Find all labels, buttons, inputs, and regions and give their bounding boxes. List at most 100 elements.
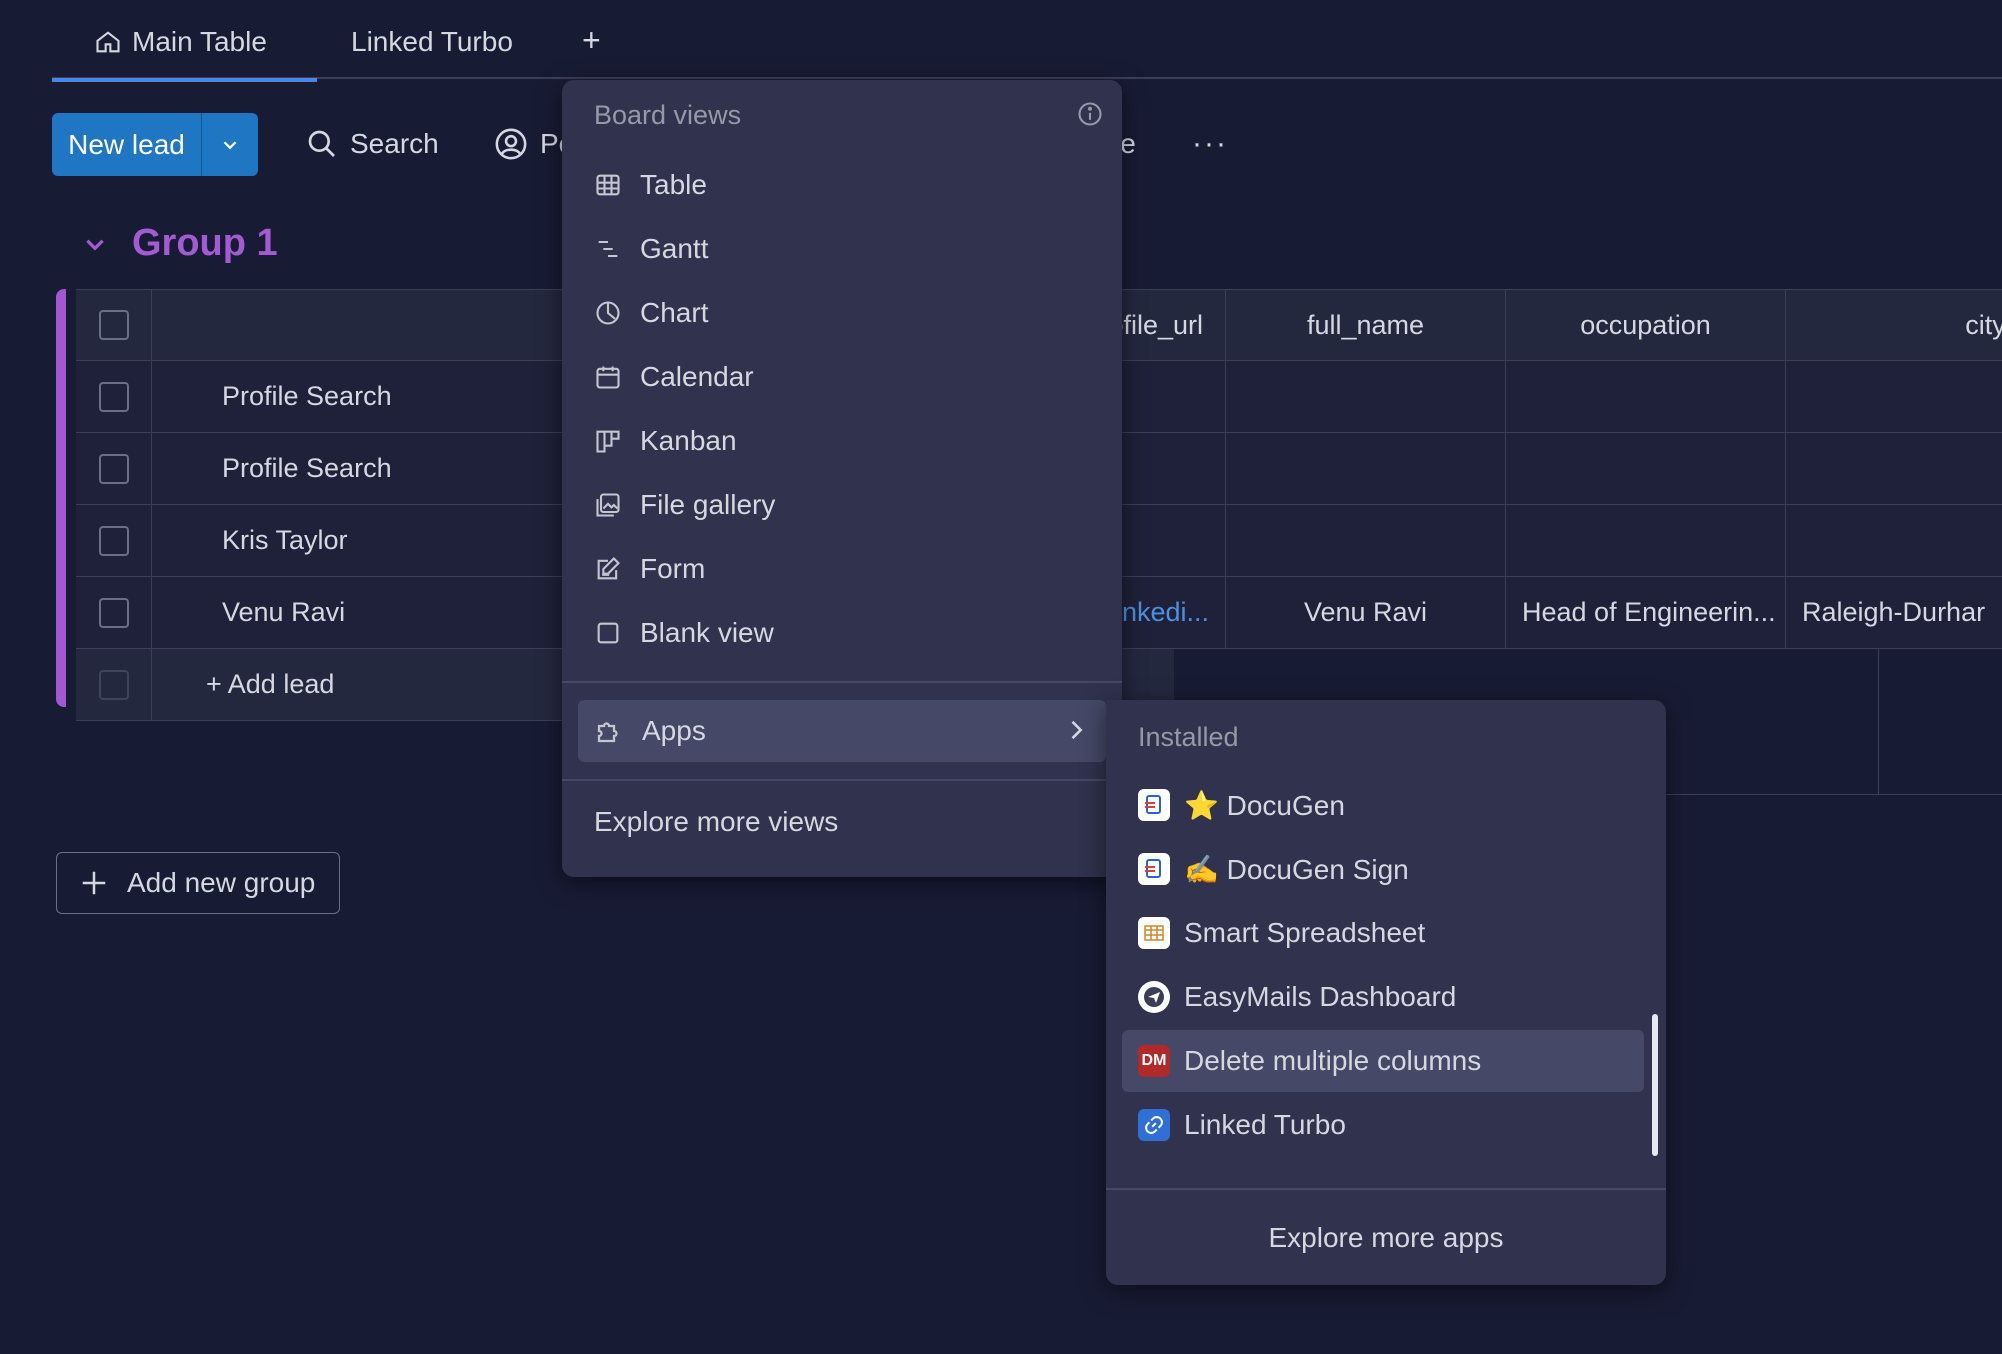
app-item-docugen-sign[interactable]: ✍️ DocuGen Sign — [1122, 838, 1644, 900]
blank-view-icon — [597, 622, 619, 644]
row-checkbox[interactable] — [98, 597, 129, 628]
select-all-cell — [76, 290, 152, 360]
row-checkbox[interactable] — [98, 453, 129, 484]
row-checkbox-cell — [76, 433, 152, 504]
more-options-button[interactable]: ··· — [1192, 118, 1228, 170]
header-occupation[interactable]: occupation — [1506, 290, 1786, 360]
row-checkbox-cell — [76, 649, 152, 720]
view-label: Form — [640, 553, 706, 584]
tab-main-table[interactable]: Main Table — [52, 22, 317, 82]
city-cell[interactable] — [1786, 505, 2002, 576]
view-tabs: Main Table Linked Turbo + — [52, 0, 2002, 82]
full-name-cell[interactable] — [1226, 361, 1506, 432]
dm-icon: DM — [1138, 1045, 1170, 1077]
link-icon — [1138, 1109, 1170, 1141]
view-item-blank[interactable]: Blank view — [594, 605, 774, 661]
view-item-kanban[interactable]: Kanban — [594, 413, 737, 469]
explore-more-views-link[interactable]: Explore more views — [594, 806, 838, 838]
home-icon — [96, 31, 120, 53]
menu-divider — [562, 681, 1122, 683]
row-checkbox-cell — [76, 505, 152, 576]
installed-title: Installed — [1138, 722, 1239, 752]
search-icon — [308, 130, 335, 157]
tab-label: Main Table — [132, 26, 267, 57]
tab-linked-turbo[interactable]: Linked Turbo — [351, 22, 513, 62]
add-new-group-label: Add new group — [127, 867, 316, 898]
app-label: Smart Spreadsheet — [1184, 917, 1426, 948]
form-icon — [597, 557, 620, 580]
docugen-icon — [1138, 789, 1170, 821]
view-label: Table — [640, 169, 707, 200]
chart-icon — [596, 301, 620, 325]
app-label: ⭐ DocuGen — [1184, 789, 1345, 821]
new-lead-dropdown[interactable] — [202, 113, 258, 176]
view-label: Chart — [640, 297, 709, 328]
apps-menu-item[interactable]: Apps — [578, 700, 1106, 762]
view-item-table[interactable]: Table — [594, 157, 707, 213]
apps-scrollbar[interactable] — [1652, 1014, 1658, 1156]
view-label: Gantt — [640, 233, 709, 264]
row-checkbox-cell — [76, 577, 152, 648]
full-name-cell[interactable] — [1226, 505, 1506, 576]
new-lead-button[interactable]: New lead — [52, 113, 202, 176]
occupation-cell[interactable] — [1506, 361, 1786, 432]
menu-divider — [1106, 1188, 1666, 1190]
select-all-checkbox[interactable] — [98, 310, 129, 340]
explore-more-apps-link[interactable]: Explore more apps — [1106, 1222, 1666, 1254]
docugen-icon — [1138, 853, 1170, 885]
view-label: Blank view — [640, 617, 774, 648]
app-label: Linked Turbo — [1184, 1109, 1346, 1140]
kanban-icon — [596, 430, 620, 453]
view-item-file-gallery[interactable]: File gallery — [594, 477, 775, 533]
header-city[interactable]: city — [1786, 290, 2002, 360]
app-item-docugen[interactable]: ⭐ DocuGen — [1122, 774, 1644, 836]
full-name-cell[interactable] — [1226, 433, 1506, 504]
view-item-chart[interactable]: Chart — [594, 285, 708, 341]
view-item-calendar[interactable]: Calendar — [594, 349, 754, 405]
chevron-down-icon[interactable] — [82, 231, 108, 257]
app-item-delete-multiple-columns[interactable]: DM Delete multiple columns — [1122, 1030, 1644, 1092]
occupation-cell[interactable] — [1506, 433, 1786, 504]
view-label: File gallery — [640, 489, 776, 520]
city-cell[interactable] — [1786, 361, 2002, 432]
occupation-cell[interactable]: Head of Engineerin... — [1506, 577, 1786, 648]
row-checkbox-cell — [76, 361, 152, 432]
info-icon[interactable] — [1076, 100, 1104, 133]
add-lead-checkbox — [98, 669, 129, 700]
city-cell[interactable]: Raleigh-Durhar — [1786, 577, 2002, 648]
search-label: Search — [350, 128, 439, 159]
app-label: Delete multiple columns — [1184, 1045, 1482, 1076]
app-item-smart-spreadsheet[interactable]: Smart Spreadsheet — [1122, 902, 1644, 964]
board-views-menu: Board views Table Gantt Chart Calendar K… — [562, 80, 1122, 877]
board-views-title: Board views — [594, 100, 742, 130]
view-label: Kanban — [640, 425, 737, 456]
group-title[interactable]: Group 1 — [132, 222, 278, 265]
easymails-icon — [1138, 981, 1170, 1013]
plus-icon — [82, 871, 106, 895]
group-header[interactable]: Group 1 — [82, 222, 278, 265]
app-label: ✍️ DocuGen Sign — [1184, 853, 1409, 885]
chevron-down-icon — [223, 140, 237, 149]
header-full-name[interactable]: full_name — [1226, 290, 1506, 360]
row-checkbox[interactable] — [98, 381, 129, 412]
gantt-icon — [598, 240, 618, 258]
menu-divider — [562, 779, 1122, 781]
file-gallery-icon — [596, 493, 620, 517]
full-name-cell[interactable]: Venu Ravi — [1226, 577, 1506, 648]
occupation-cell[interactable] — [1506, 505, 1786, 576]
table-icon — [596, 174, 620, 196]
add-view-button[interactable]: + — [582, 22, 601, 59]
add-new-group-button[interactable]: Add new group — [56, 852, 340, 914]
view-item-form[interactable]: Form — [594, 541, 705, 597]
city-cell[interactable] — [1786, 433, 2002, 504]
row-checkbox[interactable] — [98, 525, 129, 556]
app-label: EasyMails Dashboard — [1184, 981, 1457, 1012]
puzzle-icon — [597, 722, 618, 743]
summary-divider — [1878, 649, 1879, 794]
app-item-linked-turbo[interactable]: Linked Turbo — [1122, 1094, 1644, 1156]
person-icon — [495, 128, 527, 160]
view-item-gantt[interactable]: Gantt — [594, 221, 708, 277]
app-item-easymails[interactable]: EasyMails Dashboard — [1122, 966, 1644, 1028]
apps-submenu: Installed ⭐ DocuGen ✍️ DocuGen Sign Smar… — [1106, 700, 1666, 1285]
search-button[interactable]: Search — [306, 118, 439, 170]
